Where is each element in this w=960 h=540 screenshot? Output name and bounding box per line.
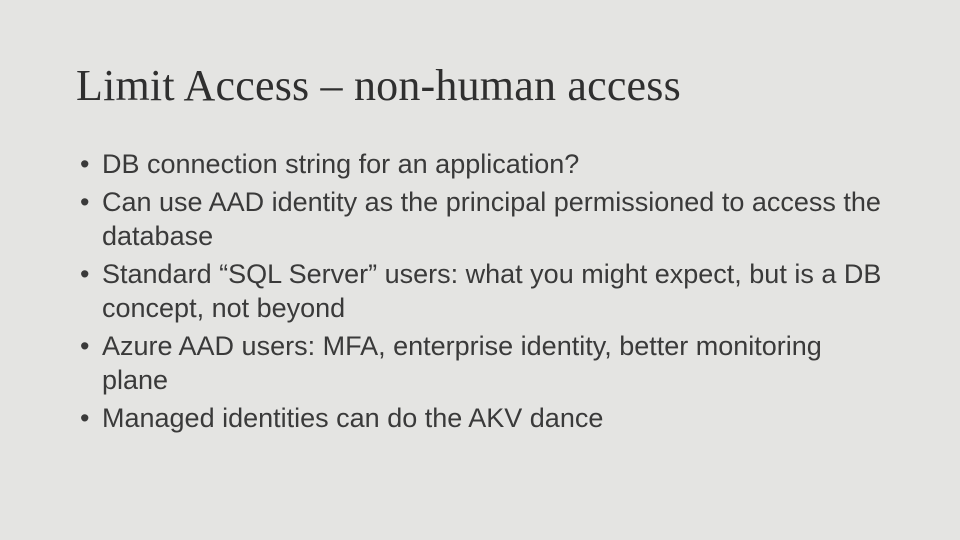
list-item: Standard “SQL Server” users: what you mi… xyxy=(80,257,884,325)
list-item: Managed identities can do the AKV dance xyxy=(80,401,884,435)
list-item: Can use AAD identity as the principal pe… xyxy=(80,185,884,253)
list-item: Azure AAD users: MFA, enterprise identit… xyxy=(80,329,884,397)
list-item: DB connection string for an application? xyxy=(80,147,884,181)
slide: Limit Access – non-human access DB conne… xyxy=(0,0,960,540)
bullet-list: DB connection string for an application?… xyxy=(76,147,884,435)
slide-title: Limit Access – non-human access xyxy=(76,60,884,111)
